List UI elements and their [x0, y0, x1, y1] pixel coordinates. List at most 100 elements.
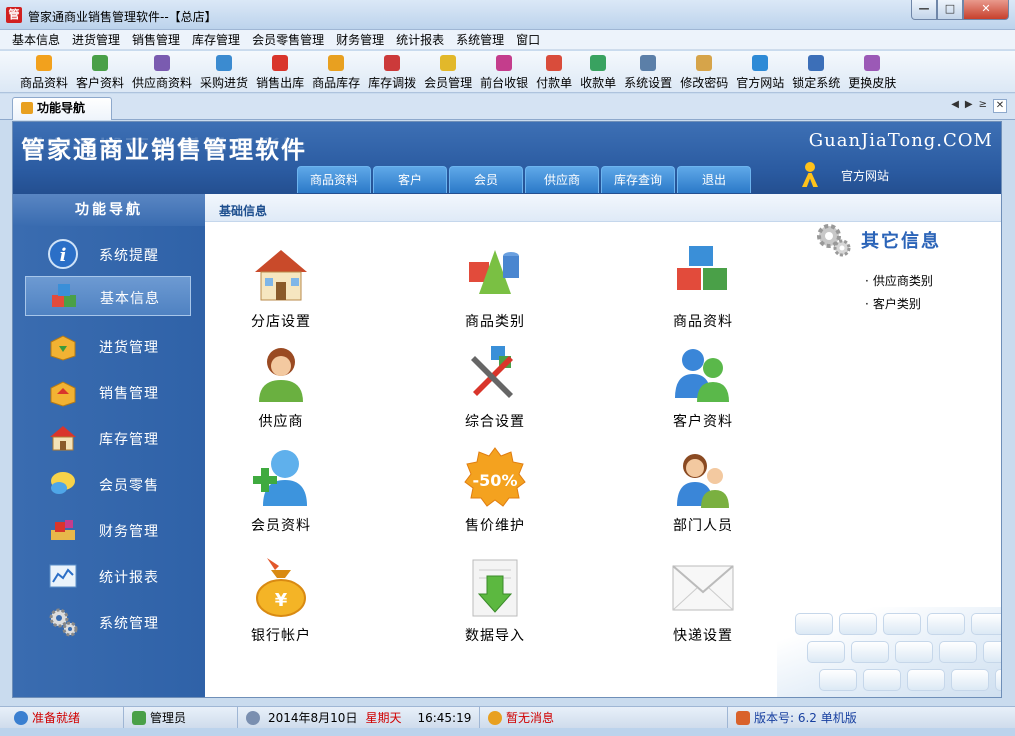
- sidebar-item-0[interactable]: i 系统提醒: [13, 234, 205, 274]
- sidebar-item-4[interactable]: 库存管理: [13, 418, 205, 458]
- status-time: 16:45:19: [417, 710, 472, 725]
- toolbar-label: 前台收银: [480, 76, 529, 90]
- toolbar-button-0[interactable]: 商品资料: [16, 51, 72, 93]
- tab-prev-icon[interactable]: ◀: [951, 99, 959, 113]
- toolbar-label: 会员管理: [424, 76, 473, 90]
- toolbar-button-3[interactable]: 采购进货: [196, 51, 252, 93]
- menu-reports[interactable]: 统计报表: [390, 31, 450, 48]
- toolbar-button-7[interactable]: 会员管理: [420, 51, 476, 93]
- tab-strip: 功能导航 ◀ ▶ ≥ ✕: [0, 94, 1015, 120]
- toolbar-label: 商品资料: [20, 76, 69, 90]
- toolbar-label: 采购进货: [200, 76, 249, 90]
- sidebar-item-5[interactable]: 会员零售: [13, 464, 205, 504]
- toolbar-button-10[interactable]: 收款单: [576, 51, 620, 93]
- nav-cell-2[interactable]: 商品资料: [643, 242, 763, 342]
- menu-basic-info[interactable]: 基本信息: [6, 31, 66, 48]
- toolbar-button-9[interactable]: 付款单: [532, 51, 576, 93]
- keyboard-decoration: [777, 607, 1001, 697]
- tab-close-icon[interactable]: ✕: [993, 99, 1007, 113]
- keyboard-key-decoration: [883, 613, 921, 635]
- menu-inventory[interactable]: 库存管理: [186, 31, 246, 48]
- banner-tab-customer[interactable]: 客户: [373, 166, 447, 193]
- nav-cell-label: 商品类别: [465, 314, 525, 330]
- toolbar-button-6[interactable]: 库存调拨: [364, 51, 420, 93]
- box-out-icon: [50, 381, 76, 407]
- gears-icon: [49, 608, 78, 637]
- other-info-panel: 其它信息 供应商类别 客户类别: [813, 220, 941, 318]
- nav-cell-label: 客户资料: [673, 414, 733, 430]
- nav-cell-10[interactable]: 数据导入: [435, 556, 555, 656]
- nav-cell-8[interactable]: 部门人员: [643, 446, 763, 546]
- toolbar-button-1[interactable]: 客户资料: [72, 51, 128, 93]
- nav-cell-6[interactable]: 会员资料: [221, 446, 341, 546]
- toolbar-button-2[interactable]: 供应商资料: [128, 51, 196, 93]
- banner-tab-stock-query[interactable]: 库存查询: [601, 166, 675, 193]
- sidebar-item-6[interactable]: 财务管理: [13, 510, 205, 550]
- tab-function-nav[interactable]: 功能导航: [12, 97, 112, 120]
- status-version-text: 版本号: 6.2 单机版: [754, 711, 857, 725]
- envelope-icon: [672, 565, 734, 611]
- sidebar-item-2[interactable]: 进货管理: [13, 326, 205, 366]
- nav-cell-4[interactable]: 综合设置: [435, 342, 555, 442]
- menu-finance[interactable]: 财务管理: [330, 31, 390, 48]
- other-info-title: 其它信息: [861, 231, 941, 252]
- maximize-button[interactable]: □: [937, 0, 963, 20]
- menu-sales[interactable]: 销售管理: [126, 31, 186, 48]
- toolbar-button-5[interactable]: 商品库存: [308, 51, 364, 93]
- menu-member-retail[interactable]: 会员零售管理: [246, 31, 330, 48]
- nav-cell-5[interactable]: 客户资料: [643, 342, 763, 442]
- official-site-link[interactable]: 官方网站: [799, 162, 889, 188]
- tab-list-icon[interactable]: ≥: [979, 99, 987, 113]
- banner-tab-member[interactable]: 会员: [449, 166, 523, 193]
- goods-icon: [36, 55, 52, 71]
- toolbar-button-13[interactable]: 官方网站: [732, 51, 788, 93]
- official-site-label: 官方网站: [841, 168, 890, 183]
- close-button[interactable]: ✕: [963, 0, 1009, 20]
- nav-cell-3[interactable]: 供应商: [221, 342, 341, 442]
- menu-purchase[interactable]: 进货管理: [66, 31, 126, 48]
- title-bar: 管 管家通商业销售管理软件--【总店】 — □ ✕: [0, 0, 1015, 30]
- minimize-button[interactable]: —: [911, 0, 937, 20]
- banner-tab-goods[interactable]: 商品资料: [297, 166, 371, 193]
- toolbar-label: 锁定系统: [792, 76, 841, 90]
- nav-cell-1[interactable]: 商品类别: [435, 242, 555, 342]
- status-messages[interactable]: 暂无消息: [480, 706, 728, 729]
- banner-tab-supplier[interactable]: 供应商: [525, 166, 599, 193]
- menu-window[interactable]: 窗口: [510, 31, 546, 48]
- toolbar-button-14[interactable]: 锁定系统: [788, 51, 844, 93]
- nav-cell-label: 综合设置: [465, 414, 525, 430]
- sidebar: 功能导航 i 系统提醒 基本信息 进货管理 销售管理 库存管理 会员零售 财务管理 统计报表 系统…: [13, 194, 205, 697]
- sidebar-item-8[interactable]: 系统管理: [13, 602, 205, 642]
- blocks-icon: [677, 246, 727, 290]
- stock-icon: [328, 55, 345, 71]
- toolbar-button-11[interactable]: 系统设置: [620, 51, 676, 93]
- sidebar-item-7[interactable]: 统计报表: [13, 556, 205, 596]
- main-panel: 管家通商业销售管理软件 管家通商业销售管理软件 GuanJiaTong.COM …: [12, 121, 1002, 698]
- sidebar-item-3[interactable]: 销售管理: [13, 372, 205, 412]
- brand-url: GuanJiaTong.COM: [808, 130, 993, 151]
- link-supplier-category[interactable]: 供应商类别: [865, 272, 941, 289]
- nav-cell-7[interactable]: -50% 售价维护: [435, 446, 555, 546]
- house-icon: [255, 250, 307, 301]
- keyboard-key-decoration: [895, 641, 933, 663]
- nav-cell-9[interactable]: ¥ 银行帐户: [221, 556, 341, 656]
- status-messages-text: 暂无消息: [506, 711, 555, 725]
- finance-icon: [51, 520, 75, 540]
- toolbar-label: 库存调拨: [368, 76, 417, 90]
- sidebar-item-1[interactable]: 基本信息: [25, 276, 191, 316]
- toolbar-button-15[interactable]: 更换皮肤: [844, 51, 900, 93]
- toolbar-button-12[interactable]: 修改密码: [676, 51, 732, 93]
- link-customer-category[interactable]: 客户类别: [865, 295, 941, 312]
- tab-next-icon[interactable]: ▶: [965, 99, 973, 113]
- banner-tab-exit[interactable]: 退出: [677, 166, 751, 193]
- nav-cell-0[interactable]: 分店设置: [221, 242, 341, 342]
- toolbar-label: 收款单: [580, 76, 617, 90]
- toolbar-button-4[interactable]: 销售出库: [252, 51, 308, 93]
- nav-cell-label: 快递设置: [673, 628, 733, 644]
- sidebar-item-label: 系统管理: [99, 616, 159, 632]
- window-controls: — □ ✕: [911, 0, 1009, 20]
- tab-label: 功能导航: [37, 101, 86, 115]
- toolbar-button-8[interactable]: 前台收银: [476, 51, 532, 93]
- nav-cell-11[interactable]: 快递设置: [643, 556, 763, 656]
- menu-system[interactable]: 系统管理: [450, 31, 510, 48]
